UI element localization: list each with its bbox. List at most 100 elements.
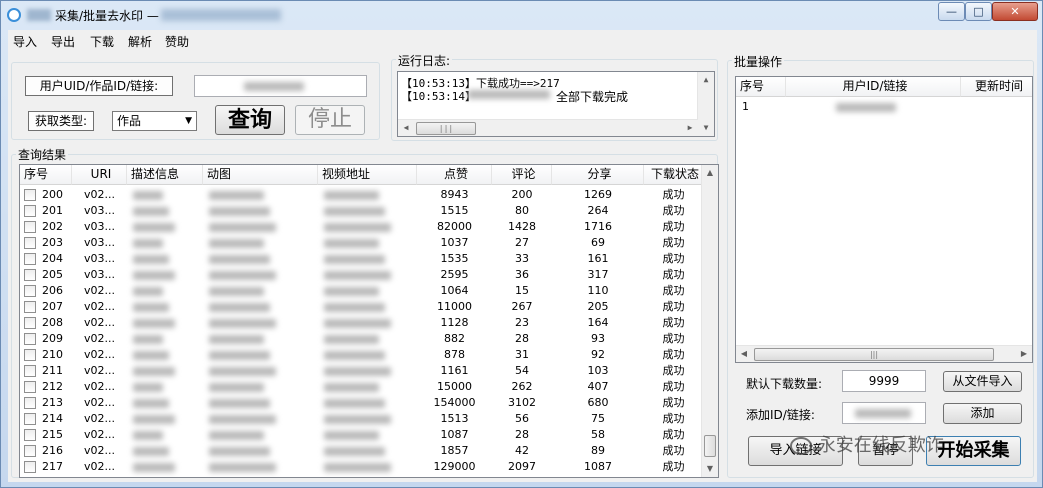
table-row[interactable]: 211 v02... 1161 54 103 成功 [20, 363, 718, 379]
row-status: 成功 [662, 348, 685, 361]
col-header[interactable]: 序号 [20, 165, 72, 185]
scroll-left-icon[interactable]: ◀ [736, 346, 752, 362]
redacted-cell [133, 223, 175, 232]
row-status: 成功 [662, 444, 685, 457]
table-row[interactable]: 207 v02... 11000 267 205 成功 [20, 299, 718, 315]
row-uri: v02... [84, 444, 115, 457]
redacted-cell [209, 319, 276, 328]
default-count-input[interactable]: 9999 [842, 370, 926, 392]
col-header[interactable]: 评论 [492, 165, 552, 185]
table-row[interactable]: 203 v03... 1037 27 69 成功 [20, 235, 718, 251]
window-title: 采集/批量去水印 — [55, 9, 159, 23]
redacted-cell [133, 463, 175, 472]
scroll-right-icon[interactable]: ▶ [1016, 346, 1032, 362]
scroll-down-icon[interactable]: ▼ [698, 120, 714, 136]
table-row[interactable]: 202 v03... 82000 1428 1716 成功 [20, 219, 718, 235]
batch-hscroll[interactable]: ◀ ||| ▶ [736, 345, 1032, 362]
col-header[interactable]: 描述信息 [127, 165, 203, 185]
scroll-thumb[interactable]: ||| [416, 122, 476, 135]
table-row[interactable]: 212 v02... 15000 262 407 成功 [20, 379, 718, 395]
scroll-up-icon[interactable]: ▲ [702, 165, 718, 181]
title-redacted-2 [161, 9, 281, 21]
redacted-cell [209, 255, 270, 264]
col-header[interactable]: 下载状态 [644, 165, 703, 185]
row-comments: 27 [515, 236, 529, 249]
table-row[interactable]: 213 v02... 154000 3102 680 成功 [20, 395, 718, 411]
row-shares: 92 [591, 348, 605, 361]
redacted-cell [324, 239, 379, 248]
col-header[interactable]: 用户ID/链接 [786, 77, 961, 97]
col-header[interactable]: 更新时间 [961, 77, 1032, 97]
log-box[interactable]: 【10:53:13】下载成功==>217 【10:53:14】 全部下载完成 ▲… [397, 71, 715, 137]
redacted-cell [209, 191, 264, 200]
query-button[interactable]: 查询 [215, 105, 285, 135]
table-row[interactable]: 208 v02... 1128 23 164 成功 [20, 315, 718, 331]
col-header[interactable]: 分享 [552, 165, 644, 185]
log-hscroll[interactable]: ◀ ||| ▶ [398, 119, 698, 136]
menu-export[interactable]: 导出 [51, 33, 75, 50]
redacted-cell [324, 335, 379, 344]
row-shares: 103 [587, 364, 609, 377]
redacted-cell [324, 287, 379, 296]
batch-row-id: 1 [742, 100, 749, 113]
menu-import[interactable]: 导入 [13, 33, 37, 50]
menu-download[interactable]: 下载 [90, 33, 114, 50]
results-table[interactable]: 序号 URI 描述信息 动图 视频地址 点赞 评论 分享 下载状态 ▲ ▼ 20… [19, 164, 719, 478]
log-redacted [468, 90, 550, 99]
table-row[interactable]: 209 v02... 882 28 93 成功 [20, 331, 718, 347]
table-row[interactable]: 210 v02... 878 31 92 成功 [20, 347, 718, 363]
type-select[interactable]: 作品 ▼ [112, 111, 197, 131]
batch-table[interactable]: 序号 用户ID/链接 更新时间 1 ◀ ||| ▶ [735, 76, 1033, 363]
redacted-cell [133, 207, 169, 216]
table-row[interactable]: 205 v03... 2595 36 317 成功 [20, 267, 718, 283]
client-area: 导入 导出 下载 解析 赞助 用户UID/作品ID/链接: 获取类型: 作品 ▼… [8, 30, 1037, 482]
redacted-cell [324, 367, 391, 376]
table-row[interactable]: 200 v02... 8943 200 1269 成功 [20, 187, 718, 203]
table-row[interactable]: 216 v02... 1857 42 89 成功 [20, 443, 718, 459]
col-header[interactable]: 动图 [203, 165, 318, 185]
table-row[interactable]: 215 v02... 1087 28 58 成功 [20, 427, 718, 443]
close-button[interactable]: ✕ [992, 2, 1038, 21]
menu-parse[interactable]: 解析 [128, 33, 152, 50]
scroll-right-icon[interactable]: ▶ [682, 120, 698, 136]
row-shares: 93 [591, 332, 605, 345]
redacted-cell [209, 463, 276, 472]
col-header[interactable]: 点赞 [417, 165, 492, 185]
row-status: 成功 [662, 332, 685, 345]
col-header[interactable]: 视频地址 [318, 165, 417, 185]
redacted-cell [324, 447, 385, 456]
redacted-cell [209, 447, 270, 456]
redacted-cell [209, 431, 264, 440]
scroll-thumb[interactable]: ||| [754, 348, 994, 361]
row-shares: 1716 [584, 220, 612, 233]
title-bar[interactable]: 采集/批量去水印 — — □ ✕ [1, 1, 1042, 29]
scroll-left-icon[interactable]: ◀ [398, 120, 414, 136]
table-row[interactable]: 201 v03... 1515 80 264 成功 [20, 203, 718, 219]
col-header[interactable]: URI [72, 165, 127, 185]
row-comments: 267 [511, 300, 533, 313]
menu-sponsor[interactable]: 赞助 [165, 33, 189, 50]
col-header[interactable]: 序号 [736, 77, 786, 97]
uid-input[interactable] [194, 75, 367, 97]
table-row[interactable]: 1 [736, 99, 1032, 115]
table-row[interactable]: 206 v02... 1064 15 110 成功 [20, 283, 718, 299]
minimize-button[interactable]: — [938, 2, 965, 21]
log-line-2: 【10:53:14】 [401, 90, 476, 103]
stop-button[interactable]: 停止 [295, 105, 365, 135]
row-likes: 129000 [433, 460, 476, 473]
import-file-button[interactable]: 从文件导入 [943, 371, 1022, 392]
log-vscroll[interactable]: ▲ ▼ [697, 72, 714, 136]
row-status: 成功 [662, 220, 685, 233]
redacted-cell [324, 271, 391, 280]
table-row[interactable]: 217 v02... 129000 2097 1087 成功 [20, 459, 718, 475]
add-button[interactable]: 添加 [943, 403, 1022, 424]
row-comments: 56 [515, 412, 529, 425]
row-id: 212 [42, 380, 63, 393]
scroll-up-icon[interactable]: ▲ [698, 72, 714, 88]
redacted-cell [324, 431, 379, 440]
maximize-button[interactable]: □ [965, 2, 992, 21]
table-row[interactable]: 214 v02... 1513 56 75 成功 [20, 411, 718, 427]
table-row[interactable]: 204 v03... 1535 33 161 成功 [20, 251, 718, 267]
add-id-input[interactable] [842, 402, 926, 424]
redacted-cell [133, 383, 163, 392]
